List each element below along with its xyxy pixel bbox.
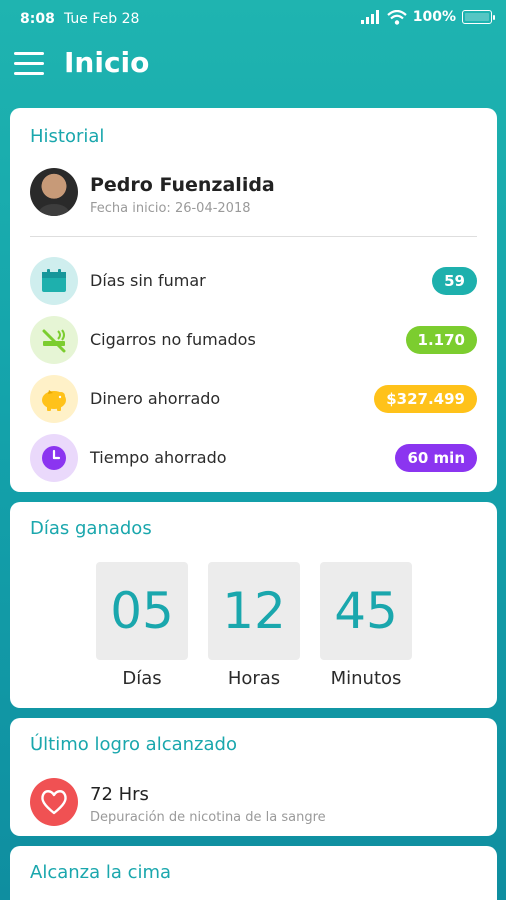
- counter-minutes: 45: [320, 562, 412, 660]
- alcanza-cima-card[interactable]: Alcanza la cima: [10, 846, 497, 900]
- stat-badge-cigarros: 1.170: [405, 326, 477, 354]
- stat-label: Tiempo ahorrado: [90, 448, 227, 467]
- stat-row-dias-sin-fumar[interactable]: Días sin fumar 59: [10, 257, 497, 307]
- user-name: Pedro Fuenzalida: [90, 174, 275, 196]
- historial-title: Historial: [30, 126, 105, 147]
- stat-label: Días sin fumar: [90, 271, 206, 290]
- clock-icon: [30, 434, 78, 482]
- achievement-title: 72 Hrs: [90, 784, 149, 805]
- battery-percent: 100%: [412, 9, 456, 25]
- stat-label: Cigarros no fumados: [90, 330, 256, 349]
- stat-row-cigarros[interactable]: Cigarros no fumados 1.170: [10, 316, 497, 366]
- calendar-icon: [30, 257, 78, 305]
- dias-ganados-card: Días ganados 05 12 45 Días Horas Minutos: [10, 502, 497, 708]
- historial-card: Historial Pedro Fuenzalida Fecha inicio:…: [10, 108, 497, 492]
- counter-label-hours: Horas: [227, 668, 281, 689]
- counter-label-days: Días: [122, 668, 162, 689]
- status-time: 8:08: [20, 11, 55, 27]
- hamburger-menu-icon[interactable]: [14, 52, 44, 76]
- avatar[interactable]: [30, 168, 78, 216]
- ultimo-logro-title: Último logro alcanzado: [30, 734, 237, 755]
- ultimo-logro-card[interactable]: Último logro alcanzado 72 Hrs Depuración…: [10, 718, 497, 836]
- piggy-bank-icon: [30, 375, 78, 423]
- stat-badge-dinero: $327.499: [374, 385, 477, 413]
- heart-icon: [30, 778, 78, 826]
- no-smoking-icon: [30, 316, 78, 364]
- stat-badge-tiempo: 60 min: [395, 444, 477, 472]
- start-date: Fecha inicio: 26-04-2018: [90, 201, 251, 216]
- dias-ganados-title: Días ganados: [30, 518, 152, 539]
- battery-icon: [462, 10, 495, 24]
- counter-label-minutes: Minutos: [330, 668, 402, 689]
- status-bar: 8:08 Tue Feb 28 100%: [0, 0, 506, 36]
- counter-days: 05: [96, 562, 188, 660]
- stat-row-dinero[interactable]: Dinero ahorrado $327.499: [10, 375, 497, 425]
- signal-icon: [360, 10, 379, 24]
- stat-badge-dias: 59: [432, 267, 477, 295]
- counter-hours: 12: [208, 562, 300, 660]
- divider: [30, 236, 477, 237]
- status-indicators: 100%: [360, 9, 495, 25]
- page-title: Inicio: [64, 46, 150, 79]
- achievement-description: Depuración de nicotina de la sangre: [90, 810, 326, 825]
- stat-row-tiempo[interactable]: Tiempo ahorrado 60 min: [10, 434, 497, 484]
- status-date: Tue Feb 28: [64, 11, 140, 27]
- wifi-icon: [387, 9, 407, 25]
- alcanza-cima-title: Alcanza la cima: [30, 862, 172, 883]
- stat-label: Dinero ahorrado: [90, 389, 221, 408]
- app-bar: Inicio: [0, 38, 506, 94]
